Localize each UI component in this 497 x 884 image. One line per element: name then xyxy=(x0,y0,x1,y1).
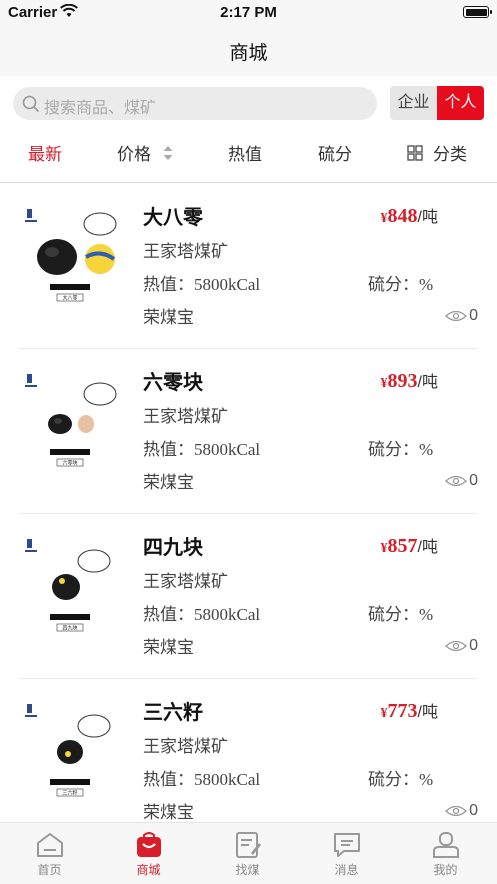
tab-mine-label: 我的 xyxy=(433,863,458,877)
product-price: ¥773/吨 xyxy=(381,698,438,723)
tab-home-label: 首页 xyxy=(37,863,62,877)
currency-symbol: ¥ xyxy=(380,706,388,721)
eye-icon xyxy=(445,310,468,322)
tab-messages[interactable]: 消息 xyxy=(297,823,396,884)
product-row[interactable]: 六零块 六零块 ¥893/吨 王家塔煤矿 热值：5800kCal 硫分：% 荣煤… xyxy=(18,348,478,514)
currency-symbol: ¥ xyxy=(380,541,388,556)
price-unit: /吨 xyxy=(417,374,438,391)
eye-icon xyxy=(445,475,468,487)
search-placeholder: 搜索商品、煤矿 xyxy=(44,100,157,117)
thumb-label: 四九块 xyxy=(62,625,77,632)
filter-price-label: 价格 xyxy=(117,145,151,164)
product-row[interactable]: 四九块 四九块 ¥857/吨 王家塔煤矿 热值：5800kCal 硫分：% 荣煤… xyxy=(18,513,478,679)
price-unit: /吨 xyxy=(417,209,438,226)
filter-sulfur[interactable]: 硫分 xyxy=(318,140,352,165)
tab-messages-label: 消息 xyxy=(334,863,359,877)
heat-value: 热值：5800kCal xyxy=(143,275,261,294)
filter-price[interactable]: 价格 xyxy=(117,140,174,165)
search-input[interactable]: 搜索商品、煤矿 xyxy=(13,87,377,120)
price-value: 848 xyxy=(387,205,418,227)
mine-name: 王家塔煤矿 xyxy=(143,572,228,591)
product-row[interactable]: 大八零 大八零 ¥848/吨 王家塔煤矿 热值：5800kCal 硫分：% 荣煤… xyxy=(18,183,478,349)
sulfur-value: 硫分：% xyxy=(368,440,434,459)
document-edit-icon xyxy=(236,832,261,858)
price-value: 773 xyxy=(387,700,418,722)
view-count-value: 0 xyxy=(469,307,478,324)
coal-product-image: 六零块 xyxy=(22,364,122,474)
tab-mine[interactable]: 我的 xyxy=(396,823,495,884)
mine-name: 王家塔煤矿 xyxy=(143,242,228,261)
page-title: 商城 xyxy=(229,43,268,64)
product-price: ¥857/吨 xyxy=(381,533,438,558)
search-icon xyxy=(22,95,40,113)
user-icon xyxy=(433,832,459,858)
view-count-value: 0 xyxy=(469,802,478,819)
heat-value: 热值：5800kCal xyxy=(143,770,261,789)
product-row[interactable]: 三六籽 三六籽 ¥773/吨 王家塔煤矿 热值：5800kCal 硫分：% 荣煤… xyxy=(18,678,478,844)
mine-name: 王家塔煤矿 xyxy=(143,407,228,426)
coal-product-image: 四九块 xyxy=(22,529,122,639)
view-count: 0 xyxy=(445,802,478,820)
sulfur-value: 硫分：% xyxy=(368,275,434,294)
eye-icon xyxy=(445,640,468,652)
view-count: 0 xyxy=(445,307,478,325)
view-count: 0 xyxy=(445,637,478,655)
view-count-value: 0 xyxy=(469,637,478,654)
thumb-label: 大八零 xyxy=(62,295,77,302)
clock: 2:17 PM xyxy=(220,4,277,21)
chat-icon xyxy=(334,833,360,857)
tab-home[interactable]: 首页 xyxy=(0,823,99,884)
coal-product-image: 大八零 xyxy=(22,199,122,309)
seller-name: 荣煤宝 xyxy=(143,308,194,327)
tab-mall[interactable]: 商城 xyxy=(99,823,198,884)
tab-find-label: 找煤 xyxy=(235,863,260,877)
product-price: ¥893/吨 xyxy=(381,368,438,393)
account-type-segment: 企业 个人 xyxy=(390,86,484,120)
filter-newest[interactable]: 最新 xyxy=(28,140,62,165)
mine-name: 王家塔煤矿 xyxy=(143,737,228,756)
status-bar: Carrier 2:17 PM xyxy=(0,0,497,26)
home-icon xyxy=(37,833,63,857)
product-price: ¥848/吨 xyxy=(381,203,438,228)
product-name: 六零块 xyxy=(143,372,203,394)
filter-bar: 最新 价格 热值 硫分 分类 xyxy=(0,132,497,172)
filter-category[interactable]: 分类 xyxy=(407,140,467,165)
navigation-bar: 商城 xyxy=(0,26,497,76)
category-grid-icon xyxy=(407,145,423,161)
eye-icon xyxy=(445,805,468,817)
view-count-value: 0 xyxy=(469,472,478,489)
filter-category-label: 分类 xyxy=(433,145,467,164)
product-name: 三六籽 xyxy=(143,702,203,724)
tab-find[interactable]: 找煤 xyxy=(198,823,297,884)
heat-value: 热值：5800kCal xyxy=(143,440,261,459)
sort-icon xyxy=(163,146,173,160)
product-name: 四九块 xyxy=(143,537,203,559)
price-value: 893 xyxy=(387,370,418,392)
product-name: 大八零 xyxy=(143,207,203,229)
tab-mall-label: 商城 xyxy=(136,863,161,877)
segment-personal[interactable]: 个人 xyxy=(437,86,484,120)
coal-product-image: 三六籽 xyxy=(22,694,122,804)
seller-name: 荣煤宝 xyxy=(143,638,194,657)
price-unit: /吨 xyxy=(417,704,438,721)
tab-bar: 首页 商城 找煤 消息 我的 xyxy=(0,822,497,884)
filter-heat[interactable]: 热值 xyxy=(228,140,262,165)
price-value: 857 xyxy=(387,535,418,557)
shopping-bag-icon xyxy=(137,832,161,857)
seller-name: 荣煤宝 xyxy=(143,473,194,492)
price-unit: /吨 xyxy=(417,539,438,556)
currency-symbol: ¥ xyxy=(380,211,388,226)
sulfur-value: 硫分：% xyxy=(368,605,434,624)
view-count: 0 xyxy=(445,472,478,490)
sulfur-value: 硫分：% xyxy=(368,770,434,789)
seller-name: 荣煤宝 xyxy=(143,803,194,822)
thumb-label: 三六籽 xyxy=(62,790,77,797)
thumb-label: 六零块 xyxy=(62,460,77,467)
segment-enterprise[interactable]: 企业 xyxy=(390,86,437,120)
battery-icon xyxy=(463,6,492,18)
heat-value: 热值：5800kCal xyxy=(143,605,261,624)
currency-symbol: ¥ xyxy=(380,376,388,391)
